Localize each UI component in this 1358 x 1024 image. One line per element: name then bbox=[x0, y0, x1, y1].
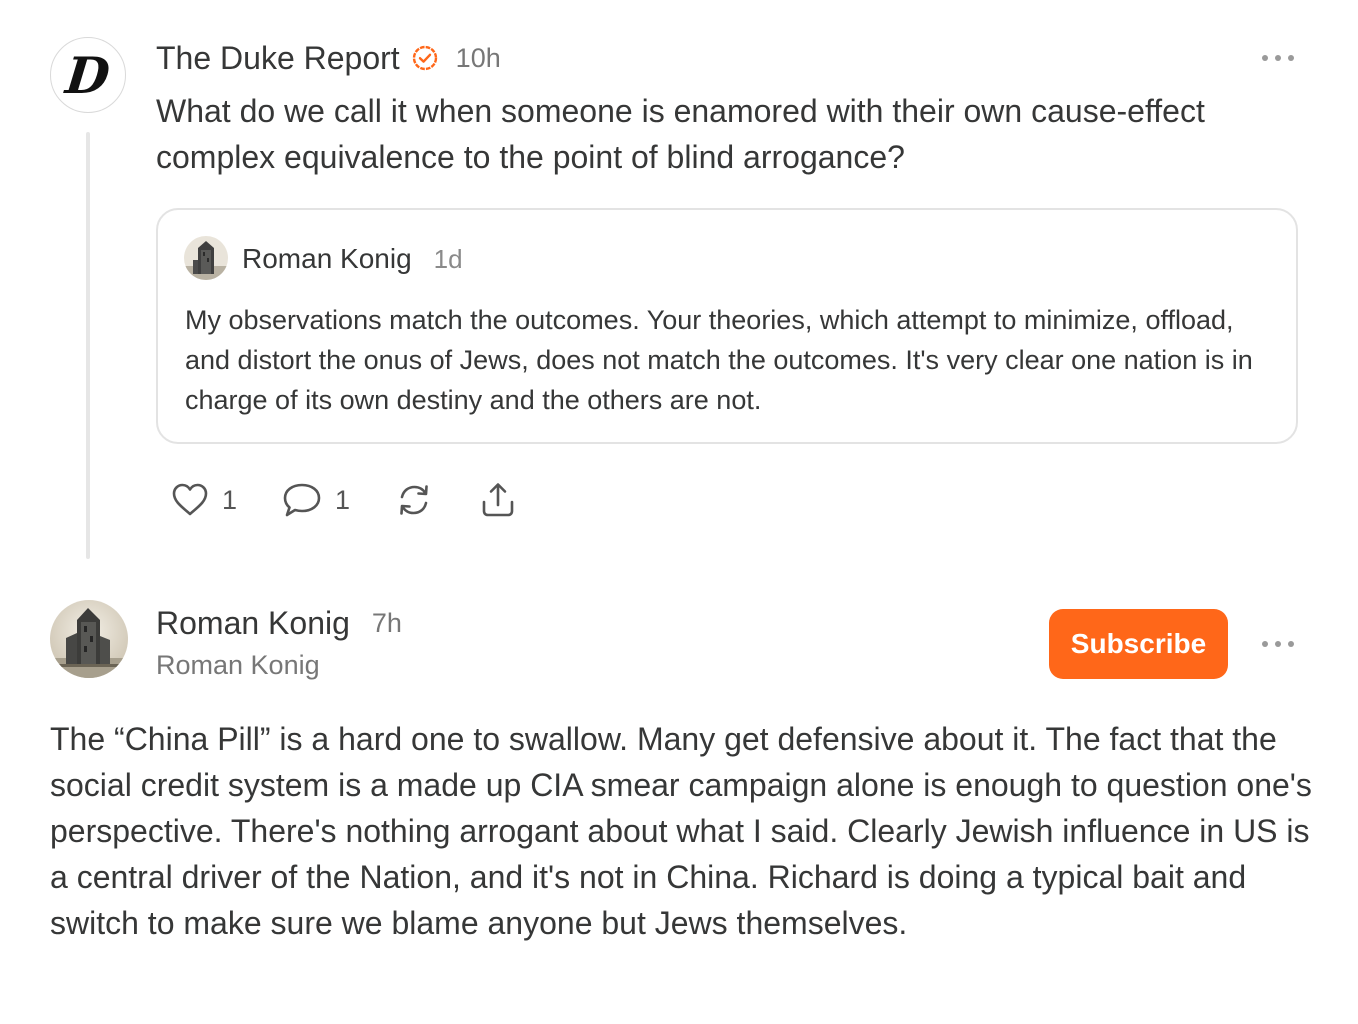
like-button[interactable]: 1 bbox=[170, 480, 237, 520]
reply-author-name[interactable]: Roman Konig bbox=[156, 605, 350, 642]
note-body: What do we call it when someone is enamo… bbox=[156, 93, 1205, 175]
restack-button[interactable] bbox=[394, 480, 434, 520]
comment-button[interactable]: 1 bbox=[281, 480, 350, 520]
share-button[interactable] bbox=[478, 480, 518, 520]
verified-check-icon bbox=[412, 45, 438, 71]
reply-body: The “China Pill” is a hard one to swallo… bbox=[50, 721, 1312, 941]
quote-header: Roman Konig 1d bbox=[242, 240, 463, 278]
quote-author-name[interactable]: Roman Konig bbox=[242, 243, 412, 275]
like-count: 1 bbox=[222, 484, 238, 515]
thread-line bbox=[86, 132, 90, 559]
quoted-note-card[interactable]: Roman Konig 1d My observations match the… bbox=[156, 208, 1298, 444]
comment-icon bbox=[283, 483, 321, 517]
restack-icon bbox=[400, 485, 428, 515]
heart-icon bbox=[172, 483, 208, 516]
reply-more-options-icon[interactable] bbox=[1262, 637, 1294, 651]
share-icon bbox=[482, 483, 514, 517]
note-timestamp[interactable]: 10h bbox=[456, 43, 501, 74]
feed: D The Duke Report 10h What do we call it… bbox=[0, 0, 1358, 1024]
reply-header: Roman Konig 7h bbox=[156, 603, 402, 643]
quote-body: My observations match the outcomes. Your… bbox=[185, 305, 1253, 415]
avatar-letter: D bbox=[63, 46, 113, 105]
reply-timestamp[interactable]: 7h bbox=[372, 608, 402, 639]
quote-author-avatar bbox=[184, 236, 228, 280]
more-options-icon[interactable] bbox=[1262, 51, 1294, 65]
subscribe-button[interactable]: Subscribe bbox=[1049, 609, 1228, 679]
quote-timestamp: 1d bbox=[433, 243, 463, 274]
author-avatar[interactable]: D bbox=[50, 37, 126, 113]
note-header: The Duke Report 10h bbox=[156, 38, 501, 78]
author-name[interactable]: The Duke Report bbox=[156, 40, 400, 77]
comment-count: 1 bbox=[335, 484, 351, 515]
reply-author-avatar[interactable] bbox=[50, 600, 128, 678]
reply-publication-name[interactable]: Roman Konig bbox=[156, 650, 320, 681]
note-actions: 1 1 bbox=[170, 478, 562, 522]
